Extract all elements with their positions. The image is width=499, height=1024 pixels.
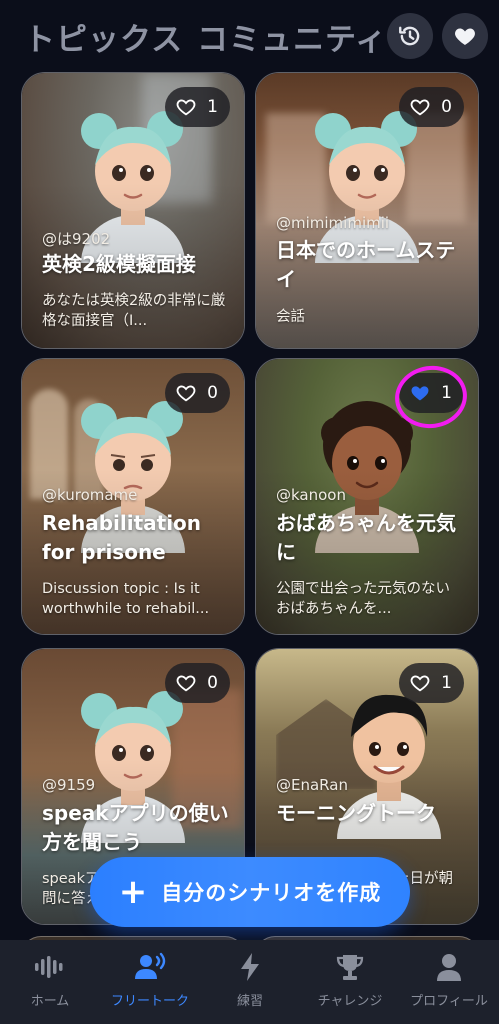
person-icon	[432, 950, 466, 984]
heart-outline-icon	[410, 99, 430, 116]
like-count: 0	[207, 673, 218, 693]
heart-outline-icon	[176, 385, 196, 402]
heart-icon	[455, 28, 475, 45]
scenario-card[interactable]: 1 @は9202 英検2級模擬面接 あなたは英検2級の非常に厳格な面接官（I..…	[21, 72, 245, 349]
create-scenario-button[interactable]: + 自分のシナリオを作成	[90, 857, 410, 927]
nav-label: チャレンジ	[317, 994, 383, 1009]
create-scenario-label: 自分のシナリオを作成	[161, 881, 382, 905]
trophy-icon	[333, 950, 367, 984]
card-title: 日本でのホームステイ	[276, 238, 456, 291]
like-button[interactable]: 0	[399, 87, 464, 127]
nav-home[interactable]: ホーム	[0, 950, 100, 1014]
people-talk-icon	[133, 950, 167, 984]
card-author: @kuromame	[42, 486, 138, 504]
nav-profile[interactable]: プロフィール	[399, 950, 499, 1014]
nav-label: プロフィール	[410, 994, 488, 1009]
plus-icon: +	[118, 872, 148, 912]
history-button[interactable]	[387, 13, 433, 59]
card-title: おばあちゃんを元気に	[276, 511, 456, 564]
card-title: モーニングトーク	[276, 801, 436, 825]
card-title: speakアプリの使い方を聞こう	[42, 801, 229, 854]
scenario-card[interactable]: 0 @kuromame Rehabilitation for prisone D…	[21, 358, 245, 635]
tab-topics[interactable]: トピックス	[24, 14, 183, 59]
favorites-button[interactable]	[442, 13, 488, 59]
card-title: Rehabilitation for prisone	[42, 511, 202, 564]
card-description: 公園で出会った元気のないおばあちゃんを...	[276, 581, 450, 617]
card-author: @9159	[42, 776, 96, 794]
nav-practice[interactable]: 練習	[200, 950, 300, 1014]
like-count: 1	[441, 673, 452, 693]
nav-label: ホーム	[30, 994, 70, 1009]
like-button[interactable]: 1	[399, 663, 464, 703]
card-author: @mimimimimii	[276, 214, 390, 232]
like-button[interactable]: 0	[165, 663, 230, 703]
card-description: あなたは英検2級の非常に厳格な面接官（I...	[42, 293, 226, 329]
nav-label: 練習	[236, 994, 263, 1009]
lightning-icon	[233, 950, 267, 984]
tab-community[interactable]: コミュニティ	[197, 14, 387, 59]
card-author: @EnaRan	[276, 776, 348, 794]
like-count: 0	[441, 97, 452, 117]
like-button[interactable]: 1	[165, 87, 230, 127]
nav-challenge[interactable]: チャレンジ	[300, 950, 400, 1014]
heart-outline-icon	[176, 675, 196, 692]
nav-free-talk[interactable]: フリートーク	[100, 950, 200, 1014]
heart-outline-icon	[176, 99, 196, 116]
heart-outline-icon	[410, 675, 430, 692]
like-count: 0	[207, 383, 218, 403]
top-header: トピックス コミュニティ	[0, 0, 499, 72]
like-button[interactable]: 0	[165, 373, 230, 413]
card-author: @は9202	[42, 230, 111, 248]
card-title: 英検2級模擬面接	[42, 252, 196, 276]
like-count: 1	[207, 97, 218, 117]
card-description: Discussion topic : Is it worthwhile to r…	[42, 581, 210, 617]
card-description: 会話	[276, 309, 305, 325]
waveform-icon	[33, 950, 67, 984]
bottom-nav: ホーム フリートーク 練習 チャレンジ プロフィール	[0, 940, 499, 1024]
history-icon	[399, 26, 420, 46]
nav-label: フリートーク	[110, 994, 189, 1009]
scenario-card[interactable]: 0 @mimimimimii 日本でのホームステイ 会話	[255, 72, 479, 349]
card-author: @kanoon	[276, 486, 346, 504]
